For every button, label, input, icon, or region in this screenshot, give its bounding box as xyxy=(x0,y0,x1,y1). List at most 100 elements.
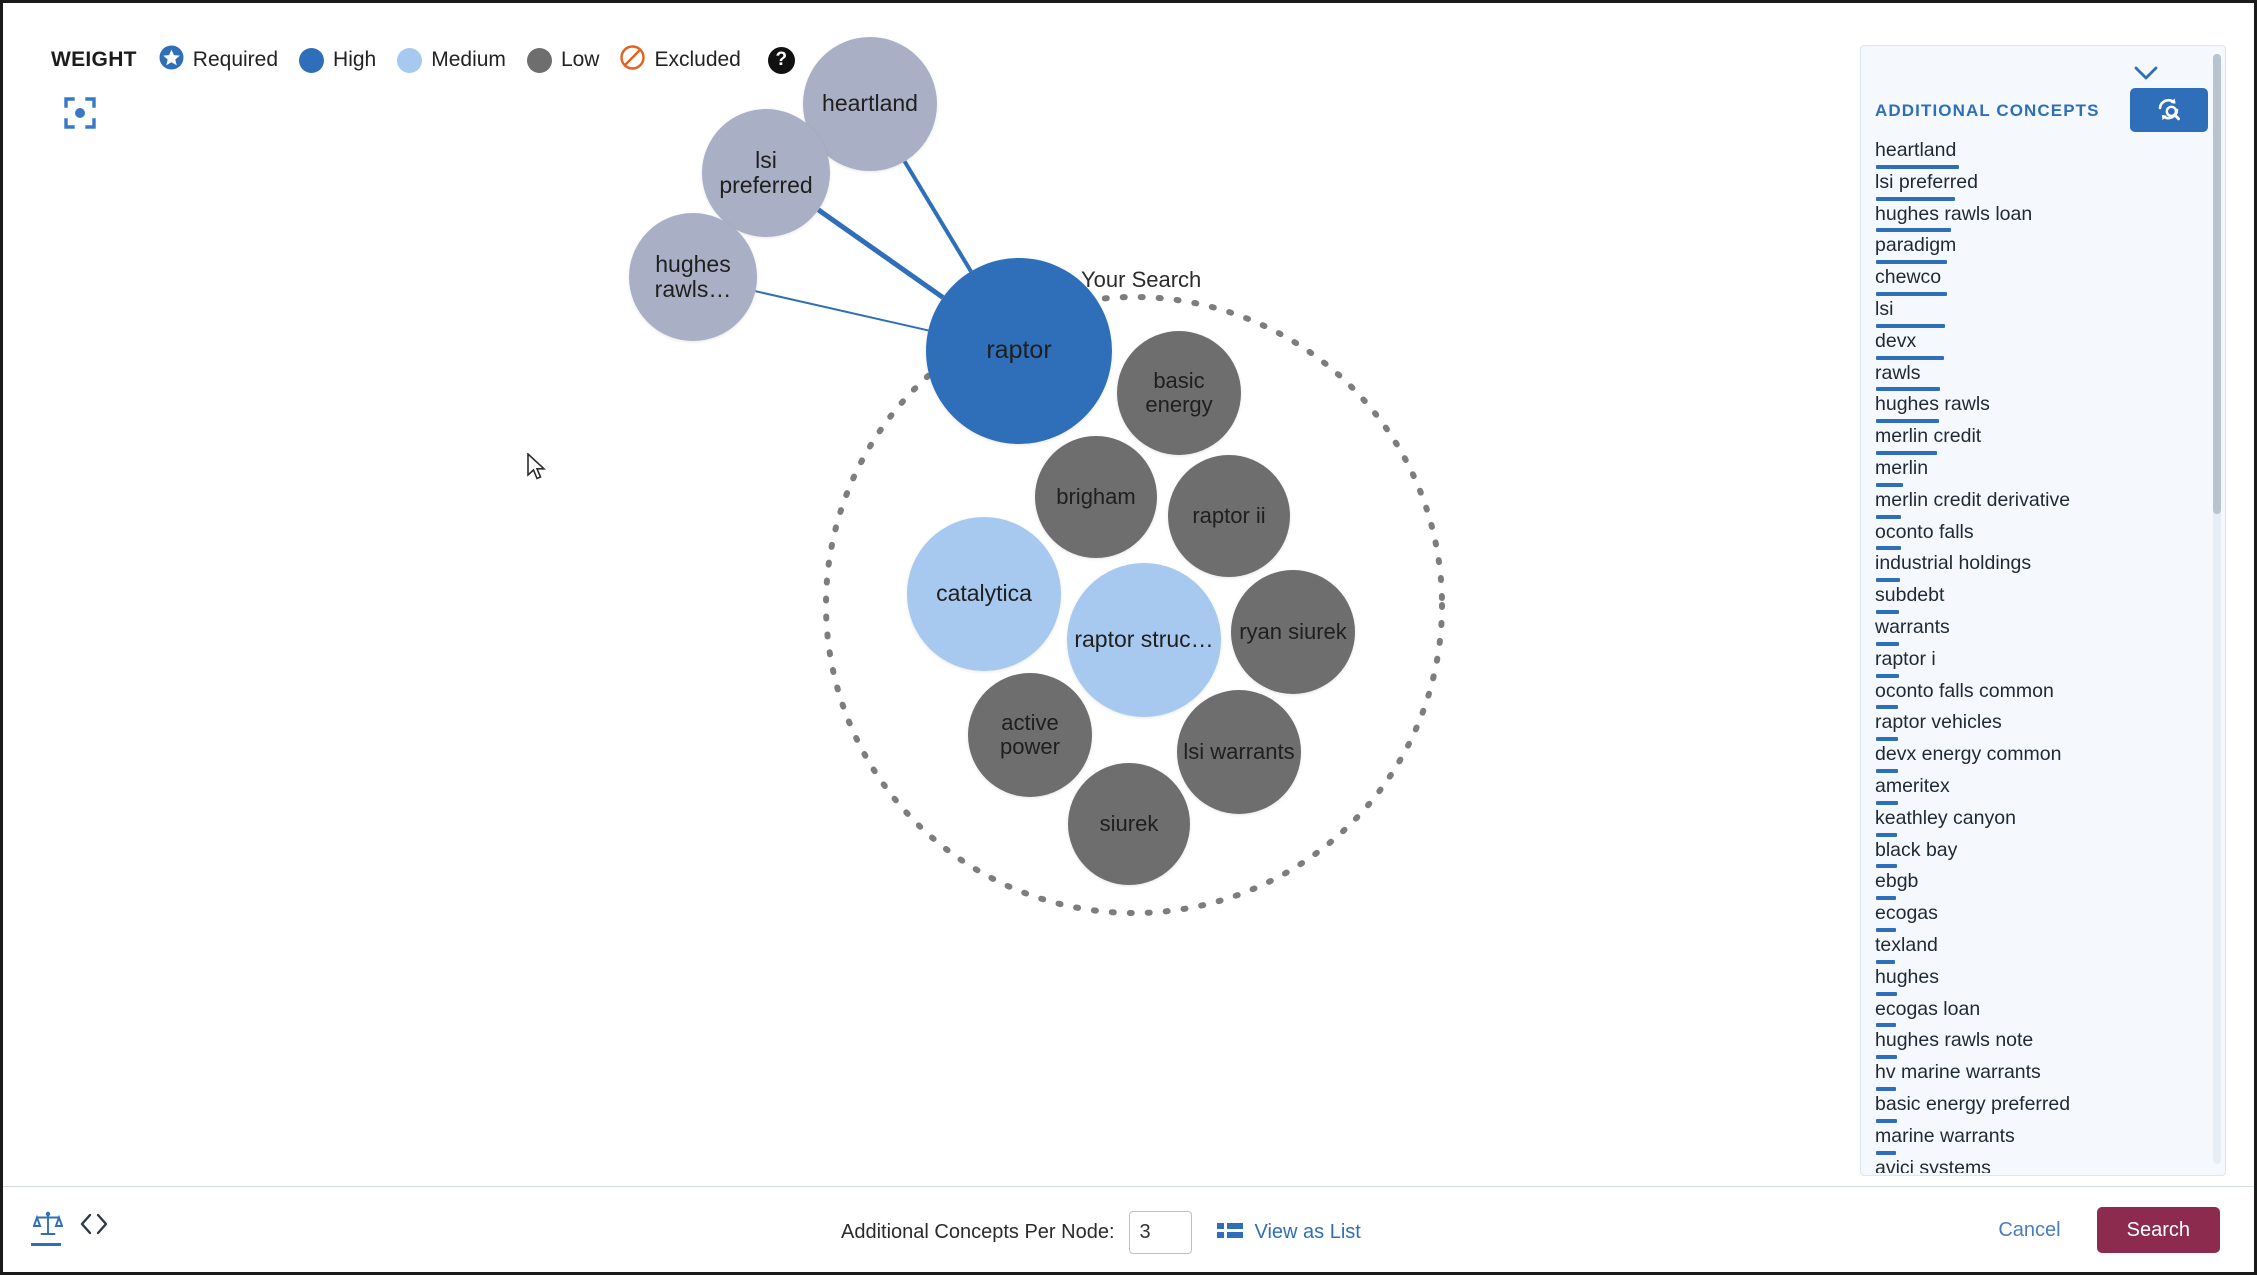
concept-relevance-bar xyxy=(1876,1023,1896,1028)
concept-label[interactable]: industrial holdings xyxy=(1875,551,2031,575)
concept-list-item[interactable]: lsi xyxy=(1875,297,2225,329)
concept-label[interactable]: ecogas loan xyxy=(1875,997,1980,1021)
concept-label[interactable]: warrants xyxy=(1875,615,1950,639)
concept-list-item[interactable]: raptor vehicles xyxy=(1875,710,2225,742)
cancel-button[interactable]: Cancel xyxy=(1992,1209,2066,1252)
concept-label[interactable]: raptor vehicles xyxy=(1875,710,2002,734)
graph-node[interactable]: raptor struc… xyxy=(1067,563,1221,717)
graph-node[interactable]: basic energy xyxy=(1117,331,1241,455)
concept-list-item[interactable]: merlin xyxy=(1875,456,2225,488)
search-button[interactable]: Search xyxy=(2096,1207,2220,1253)
graph-node[interactable]: active power xyxy=(968,673,1092,797)
concept-label[interactable]: merlin xyxy=(1875,456,1928,480)
concept-label[interactable]: avici systems xyxy=(1875,1156,1991,1174)
concept-label[interactable]: texland xyxy=(1875,933,1938,957)
concept-label[interactable]: devx energy common xyxy=(1875,742,2061,766)
concept-graph-canvas[interactable]: heartland lsi preferred hughes rawls… rapto… xyxy=(3,3,1843,1188)
concept-label[interactable]: hughes rawls note xyxy=(1875,1028,2033,1052)
concept-list-item[interactable]: raptor i xyxy=(1875,647,2225,679)
refresh-concepts-button[interactable] xyxy=(2130,88,2208,132)
concept-label[interactable]: paradigm xyxy=(1875,233,1956,257)
concept-list-item[interactable]: paradigm xyxy=(1875,233,2225,265)
concept-label[interactable]: subdebt xyxy=(1875,583,1944,607)
concept-list-item[interactable]: rawls xyxy=(1875,361,2225,393)
concept-label[interactable]: hughes rawls xyxy=(1875,392,1990,416)
concept-list-item[interactable]: avici systems xyxy=(1875,1156,2225,1174)
concept-label[interactable]: raptor i xyxy=(1875,647,1936,671)
balance-scales-icon[interactable] xyxy=(33,1209,63,1239)
additional-concepts-panel: ADDITIONAL CONCEPTS heartland lsi preferr… xyxy=(1860,45,2226,1176)
additional-concepts-list[interactable]: heartland lsi preferred hughes rawls loan p… xyxy=(1861,138,2225,1173)
graph-node[interactable]: brigham xyxy=(1035,436,1157,558)
concept-relevance-bar xyxy=(1876,991,1897,996)
graph-node[interactable]: catalytica xyxy=(907,517,1061,671)
concept-list-item[interactable]: hughes rawls loan xyxy=(1875,202,2225,234)
concept-label[interactable]: marine warrants xyxy=(1875,1124,2015,1148)
concept-list-item[interactable]: industrial holdings xyxy=(1875,551,2225,583)
concept-list-item[interactable]: ameritex xyxy=(1875,774,2225,806)
concept-list-item[interactable]: subdebt xyxy=(1875,583,2225,615)
concept-list-item[interactable]: devx xyxy=(1875,329,2225,361)
graph-node-label: basic energy xyxy=(1145,367,1213,417)
concept-list-item[interactable]: marine warrants xyxy=(1875,1124,2225,1156)
sidebar-scrollbar[interactable] xyxy=(2213,54,2221,1164)
concept-label[interactable]: ameritex xyxy=(1875,774,1950,798)
concept-label[interactable]: merlin credit derivative xyxy=(1875,488,2070,512)
graph-node-label: lsi warrants xyxy=(1183,738,1295,764)
concept-list-item[interactable]: ecogas loan xyxy=(1875,997,2225,1029)
concept-relevance-bar xyxy=(1876,228,1951,233)
concept-list-item[interactable]: devx energy common xyxy=(1875,742,2225,774)
concept-list-item[interactable]: ebgb xyxy=(1875,869,2225,901)
concept-label[interactable]: hughes xyxy=(1875,965,1939,989)
concept-relevance-bar xyxy=(1876,546,1901,551)
concept-list-item[interactable]: oconto falls xyxy=(1875,520,2225,552)
graph-edge xyxy=(755,290,929,332)
concept-list-item[interactable]: black bay xyxy=(1875,838,2225,870)
concept-list-item[interactable]: hv marine warrants xyxy=(1875,1060,2225,1092)
concepts-per-node-input[interactable] xyxy=(1128,1211,1192,1254)
concept-list-item[interactable]: texland xyxy=(1875,933,2225,965)
graph-node[interactable]: lsi warrants xyxy=(1177,690,1301,814)
graph-node[interactable]: ryan siurek xyxy=(1231,570,1355,694)
concept-list-item[interactable]: hughes rawls note xyxy=(1875,1028,2225,1060)
concept-label[interactable]: hv marine warrants xyxy=(1875,1060,2041,1084)
concept-list-item[interactable]: merlin credit derivative xyxy=(1875,488,2225,520)
concept-label[interactable]: oconto falls xyxy=(1875,520,1974,544)
concept-list-item[interactable]: heartland xyxy=(1875,138,2225,170)
concept-label[interactable]: ecogas xyxy=(1875,901,1938,925)
concept-label[interactable]: basic energy preferred xyxy=(1875,1092,2070,1116)
graph-node[interactable]: raptor ii xyxy=(1168,455,1290,577)
concept-label[interactable]: devx xyxy=(1875,329,1916,353)
concept-list-item[interactable]: chewco xyxy=(1875,265,2225,297)
concept-list-item[interactable]: hughes xyxy=(1875,965,2225,997)
view-as-list-button[interactable]: View as List xyxy=(1216,1221,1361,1245)
sidebar-scrollbar-thumb[interactable] xyxy=(2213,54,2221,514)
concept-label[interactable]: rawls xyxy=(1875,361,1921,385)
concept-label[interactable]: lsi preferred xyxy=(1875,170,1978,194)
concept-list-item[interactable]: keathley canyon xyxy=(1875,806,2225,838)
concept-relevance-bar xyxy=(1876,768,1898,773)
concept-label[interactable]: heartland xyxy=(1875,138,1956,162)
angle-brackets-icon[interactable] xyxy=(77,1211,111,1237)
concept-label[interactable]: keathley canyon xyxy=(1875,806,2016,830)
concept-label[interactable]: chewco xyxy=(1875,265,1941,289)
list-view-icon xyxy=(1216,1222,1243,1238)
concept-relevance-bar xyxy=(1876,419,1939,424)
concept-label[interactable]: oconto falls common xyxy=(1875,679,2054,703)
graph-node[interactable]: lsi preferred xyxy=(702,109,830,237)
concept-list-item[interactable]: merlin credit xyxy=(1875,424,2225,456)
concept-list-item[interactable]: hughes rawls xyxy=(1875,392,2225,424)
concept-label[interactable]: lsi xyxy=(1875,297,1893,321)
concept-list-item[interactable]: basic energy preferred xyxy=(1875,1092,2225,1124)
concept-label[interactable]: hughes rawls loan xyxy=(1875,202,2032,226)
concept-list-item[interactable]: lsi preferred xyxy=(1875,170,2225,202)
concept-label[interactable]: merlin credit xyxy=(1875,424,1981,448)
concept-label[interactable]: black bay xyxy=(1875,838,1957,862)
concept-list-item[interactable]: warrants xyxy=(1875,615,2225,647)
graph-node[interactable]: siurek xyxy=(1068,763,1190,885)
graph-node[interactable]: hughes rawls… xyxy=(629,213,757,341)
chevron-down-icon[interactable] xyxy=(2129,58,2163,88)
concept-list-item[interactable]: oconto falls common xyxy=(1875,679,2225,711)
concept-list-item[interactable]: ecogas xyxy=(1875,901,2225,933)
concept-label[interactable]: ebgb xyxy=(1875,869,1918,893)
